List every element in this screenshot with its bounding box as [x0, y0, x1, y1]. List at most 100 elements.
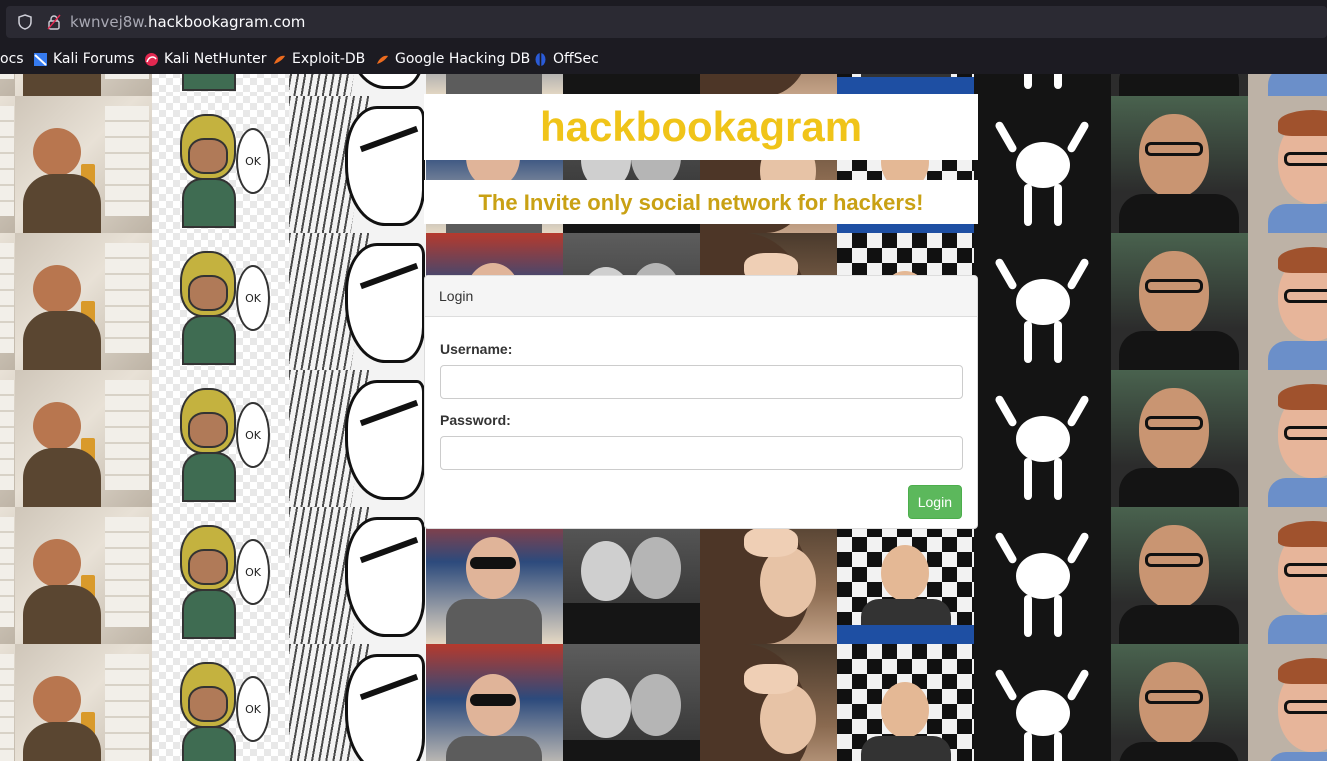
password-input[interactable] [440, 436, 963, 470]
photo-detail [1054, 184, 1062, 226]
site-tagline-box: The Invite only social network for hacke… [424, 180, 978, 224]
photo-detail [1268, 478, 1327, 507]
photo-detail [182, 178, 236, 228]
collage-photo [15, 370, 152, 507]
bookmark-kali-nethunter[interactable]: Kali NetHunter [144, 49, 266, 69]
url-text[interactable]: kwnvej8w.hackbookagram.com [70, 13, 305, 31]
collage-photo [974, 233, 1111, 370]
collage-photo: OK [152, 370, 289, 507]
collage-column: OK OK OK OK OK OK [152, 74, 289, 761]
photo-detail [1016, 142, 1070, 188]
collage-photo [289, 233, 426, 370]
photo-detail [470, 557, 516, 569]
bookmark-label: OffSec [553, 51, 599, 67]
photo-detail [470, 694, 516, 706]
photo-detail [1024, 184, 1032, 226]
bookmark-offsec[interactable]: OffSec [533, 49, 599, 69]
collage-photo: OK [152, 644, 289, 761]
photo-detail [881, 682, 929, 738]
shield-icon[interactable] [17, 14, 33, 30]
collage-photo [426, 74, 563, 96]
photo-detail [1024, 74, 1032, 89]
photo-detail [81, 301, 95, 331]
photo-detail [105, 380, 149, 490]
collage-photo [1111, 644, 1248, 761]
photo-detail [0, 106, 14, 216]
photo-detail [345, 517, 425, 637]
photo-detail [81, 438, 95, 468]
photo-detail [1016, 279, 1070, 325]
photo-detail [994, 531, 1018, 565]
photo-detail [81, 712, 95, 742]
collage-photo [1248, 233, 1327, 370]
bookmark-exploit-db[interactable]: Exploit-DB [272, 49, 365, 69]
photo-detail [1066, 668, 1090, 702]
photo-detail [1145, 690, 1203, 704]
collage-photo [1248, 507, 1327, 644]
bookmark-label: ocs [0, 51, 24, 67]
collage-photo: OK [152, 507, 289, 644]
photo-detail [446, 736, 542, 761]
photo-detail [81, 164, 95, 194]
photo-detail [1284, 289, 1327, 303]
collage-photo [1248, 74, 1327, 96]
photo-detail [563, 603, 700, 644]
photo-detail [1268, 341, 1327, 370]
login-panel: Login Username: Password: Login [424, 275, 978, 529]
photo-detail [105, 517, 149, 627]
bookmark-google-hacking-db[interactable]: Google Hacking DB [375, 49, 530, 69]
photo-detail [744, 664, 798, 694]
exploit-db-icon [274, 55, 285, 64]
photo-detail [1268, 74, 1327, 96]
collage-photo [1111, 74, 1248, 96]
photo-detail [345, 243, 425, 363]
photo-detail [1278, 384, 1327, 410]
username-label: Username: [440, 341, 513, 357]
photo-detail [345, 654, 425, 761]
bookmark-kali-forums[interactable]: Kali Forums [33, 49, 134, 69]
photo-detail [563, 74, 700, 96]
photo-detail [1278, 247, 1327, 273]
photo-detail [0, 74, 14, 79]
photo-detail [188, 138, 228, 174]
collage-photo [1248, 370, 1327, 507]
photo-detail [1016, 416, 1070, 462]
photo-detail [1119, 331, 1239, 370]
photo-detail [994, 257, 1018, 291]
photo-detail [1066, 120, 1090, 154]
photo-detail [1139, 662, 1209, 746]
username-input[interactable] [440, 365, 963, 399]
bookmark-label: Kali NetHunter [164, 51, 267, 67]
address-field[interactable]: kwnvej8w.hackbookagram.com [6, 6, 1327, 38]
login-panel-title: Login [425, 276, 977, 317]
photo-detail [1119, 605, 1239, 644]
password-label: Password: [440, 412, 511, 428]
speech-bubble-ok: OK [236, 676, 270, 742]
photo-detail [581, 541, 631, 601]
photo-detail [1066, 257, 1090, 291]
photo-detail [81, 575, 95, 605]
speech-bubble-ok: OK [236, 402, 270, 468]
photo-detail [861, 736, 951, 761]
photo-detail [105, 654, 149, 761]
photo-detail [1268, 615, 1327, 644]
bookmark-label: Kali Forums [53, 51, 135, 67]
photo-detail [631, 537, 681, 599]
photo-detail [1139, 525, 1209, 609]
photo-detail [1016, 690, 1070, 736]
collage-column [1111, 74, 1248, 761]
photo-detail [1024, 595, 1032, 637]
photo-detail [105, 243, 149, 353]
photo-detail [881, 545, 929, 601]
photo-detail [182, 726, 236, 761]
collage-photo [289, 370, 426, 507]
url-subdomain: kwnvej8w. [70, 13, 148, 31]
bookmark-label: Google Hacking DB [395, 51, 531, 67]
photo-detail [1268, 204, 1327, 233]
bookmark-label: Exploit-DB [292, 51, 366, 67]
lock-icon[interactable] [46, 14, 62, 30]
login-button[interactable]: Login [907, 485, 962, 519]
photo-detail [1054, 321, 1062, 363]
bookmark-docs[interactable]: ocs [0, 49, 24, 69]
photo-detail [0, 243, 14, 353]
